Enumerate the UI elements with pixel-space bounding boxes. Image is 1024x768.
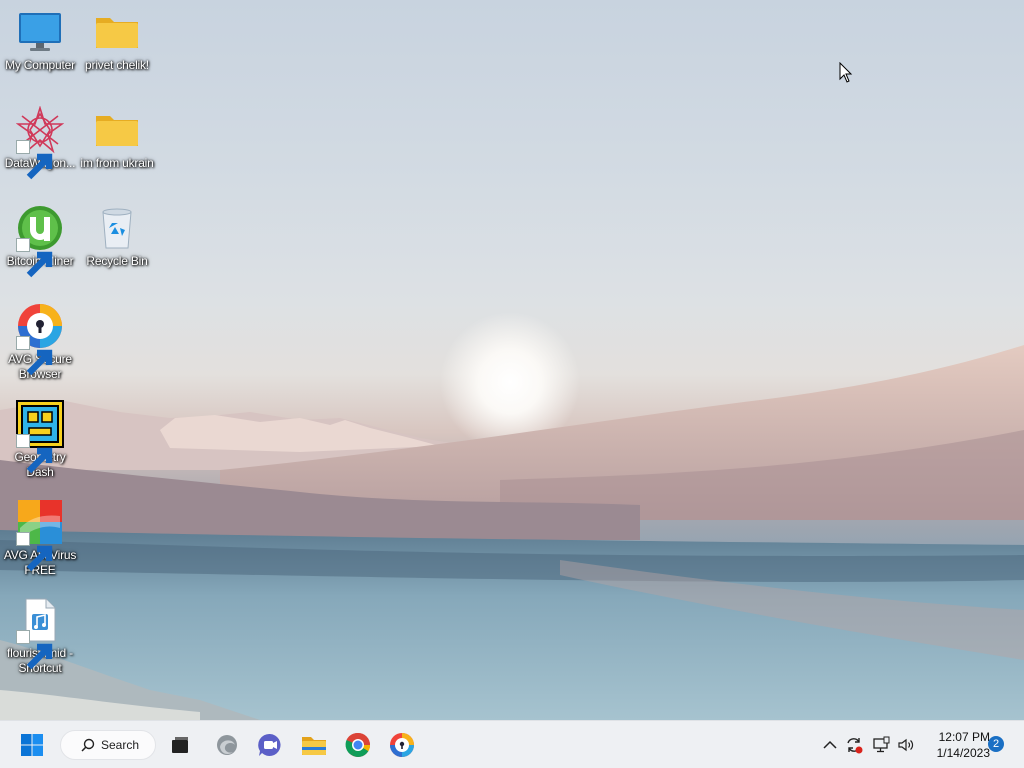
avg-browser-icon	[390, 733, 414, 757]
search-label: Search	[101, 738, 140, 752]
desktop-icon-my-computer[interactable]: My Computer	[0, 8, 80, 73]
desktop-icon-avg-antivirus[interactable]: AVG AntiVirus FREE	[0, 498, 80, 578]
monitor-icon	[19, 13, 61, 51]
start-icon	[21, 734, 43, 756]
show-hidden-icons-button[interactable]	[820, 735, 840, 755]
chevron-up-icon	[823, 740, 837, 749]
notification-count-badge[interactable]: 2	[988, 736, 1004, 752]
desktop-icon-im-from-ukrain-folder[interactable]: im from ukrain	[77, 106, 157, 171]
tray-network-button[interactable]	[871, 735, 891, 755]
desktop-icon-label: privet chelik!	[85, 58, 149, 72]
shortcut-arrow-icon	[16, 238, 53, 278]
recycle-bin-icon	[102, 208, 132, 249]
taskbar-app-file-explorer[interactable]	[298, 729, 330, 761]
shortcut-arrow-icon	[16, 532, 53, 572]
desktop-icon-privet-chelik-folder[interactable]: privet chelik!	[77, 8, 157, 73]
taskbar-app-chrome[interactable]	[342, 729, 374, 761]
desktop-icon-geometry-dash[interactable]: Geometry Dash	[0, 400, 80, 480]
taskbar-app-avg-browser[interactable]	[386, 729, 418, 761]
tray-sync-button[interactable]	[844, 735, 864, 755]
teams-chat-icon	[258, 733, 281, 756]
taskbar-app-edge[interactable]	[211, 729, 243, 761]
task-view-icon	[172, 737, 188, 753]
desktop-icon-bitcoin-miner[interactable]: Bitcoin Miner	[0, 204, 80, 278]
desktop-icon-recycle-bin[interactable]: Recycle Bin	[77, 204, 157, 269]
desktop-icon-label: Recycle Bin	[86, 254, 148, 268]
shortcut-arrow-icon	[16, 434, 53, 474]
edge-icon	[217, 735, 237, 755]
clock-date: 1/14/2023	[936, 746, 990, 760]
network-icon	[873, 736, 890, 753]
desktop-icon-label: im from ukrain	[80, 156, 154, 170]
volume-icon	[898, 738, 914, 752]
task-view-button[interactable]	[164, 729, 196, 761]
mouse-cursor-icon	[839, 62, 853, 83]
search-icon	[81, 738, 95, 752]
shortcut-arrow-icon	[16, 630, 53, 670]
taskbar: Search 12:07 PM 1/14/2023 2	[0, 720, 1024, 768]
shortcut-arrow-icon	[16, 140, 53, 180]
chrome-icon	[345, 732, 370, 757]
clock-time: 12:07 PM	[938, 730, 990, 744]
desktop-icon-flourish-mid-shortcut[interactable]: flourish.mid - Shortcut	[0, 596, 80, 676]
folder-icon	[96, 116, 138, 146]
taskbar-app-teams-chat[interactable]	[254, 729, 286, 761]
sync-icon	[847, 738, 863, 754]
file-explorer-icon	[302, 737, 326, 755]
taskbar-search-box[interactable]: Search	[60, 730, 156, 760]
desktop-icon-label: My Computer	[5, 58, 75, 72]
tray-volume-button[interactable]	[896, 735, 916, 755]
shortcut-arrow-icon	[16, 336, 53, 376]
folder-icon	[96, 18, 138, 48]
taskbar-clock[interactable]: 12:07 PM 1/14/2023	[920, 729, 990, 761]
desktop-icon-avg-secure-browser[interactable]: AVG Secure Browser	[0, 302, 80, 382]
start-button[interactable]	[16, 729, 48, 761]
desktop-icon-datawagon[interactable]: DataWagon...	[0, 106, 80, 180]
